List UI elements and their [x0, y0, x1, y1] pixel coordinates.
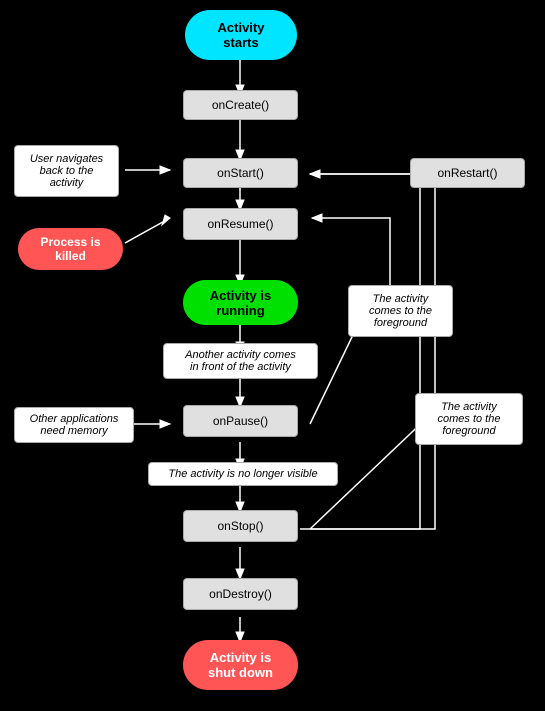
on-destroy-node: onDestroy(): [183, 578, 298, 610]
other-apps-label: Other applications need memory: [14, 407, 134, 443]
on-stop-node: onStop(): [183, 510, 298, 542]
activity-shutdown-node: Activity is shut down: [183, 640, 298, 690]
on-create-node: onCreate(): [183, 90, 298, 120]
user-navigates-label: User navigates back to the activity: [14, 145, 119, 197]
on-resume-node: onResume(): [183, 208, 298, 240]
on-restart-node: onRestart(): [410, 158, 525, 188]
activity-starts-node: Activity starts: [185, 10, 297, 60]
another-activity-label: Another activity comes in front of the a…: [163, 343, 318, 379]
on-pause-node: onPause(): [183, 405, 298, 437]
foreground2-label: The activity comes to the foreground: [415, 393, 523, 445]
no-longer-visible-label: The activity is no longer visible: [148, 462, 338, 486]
foreground1-label: The activity comes to the foreground: [348, 285, 453, 337]
on-start-node: onStart(): [183, 158, 298, 188]
process-killed-node: Process is killed: [18, 228, 123, 270]
activity-running-node: Activity is running: [183, 280, 298, 325]
